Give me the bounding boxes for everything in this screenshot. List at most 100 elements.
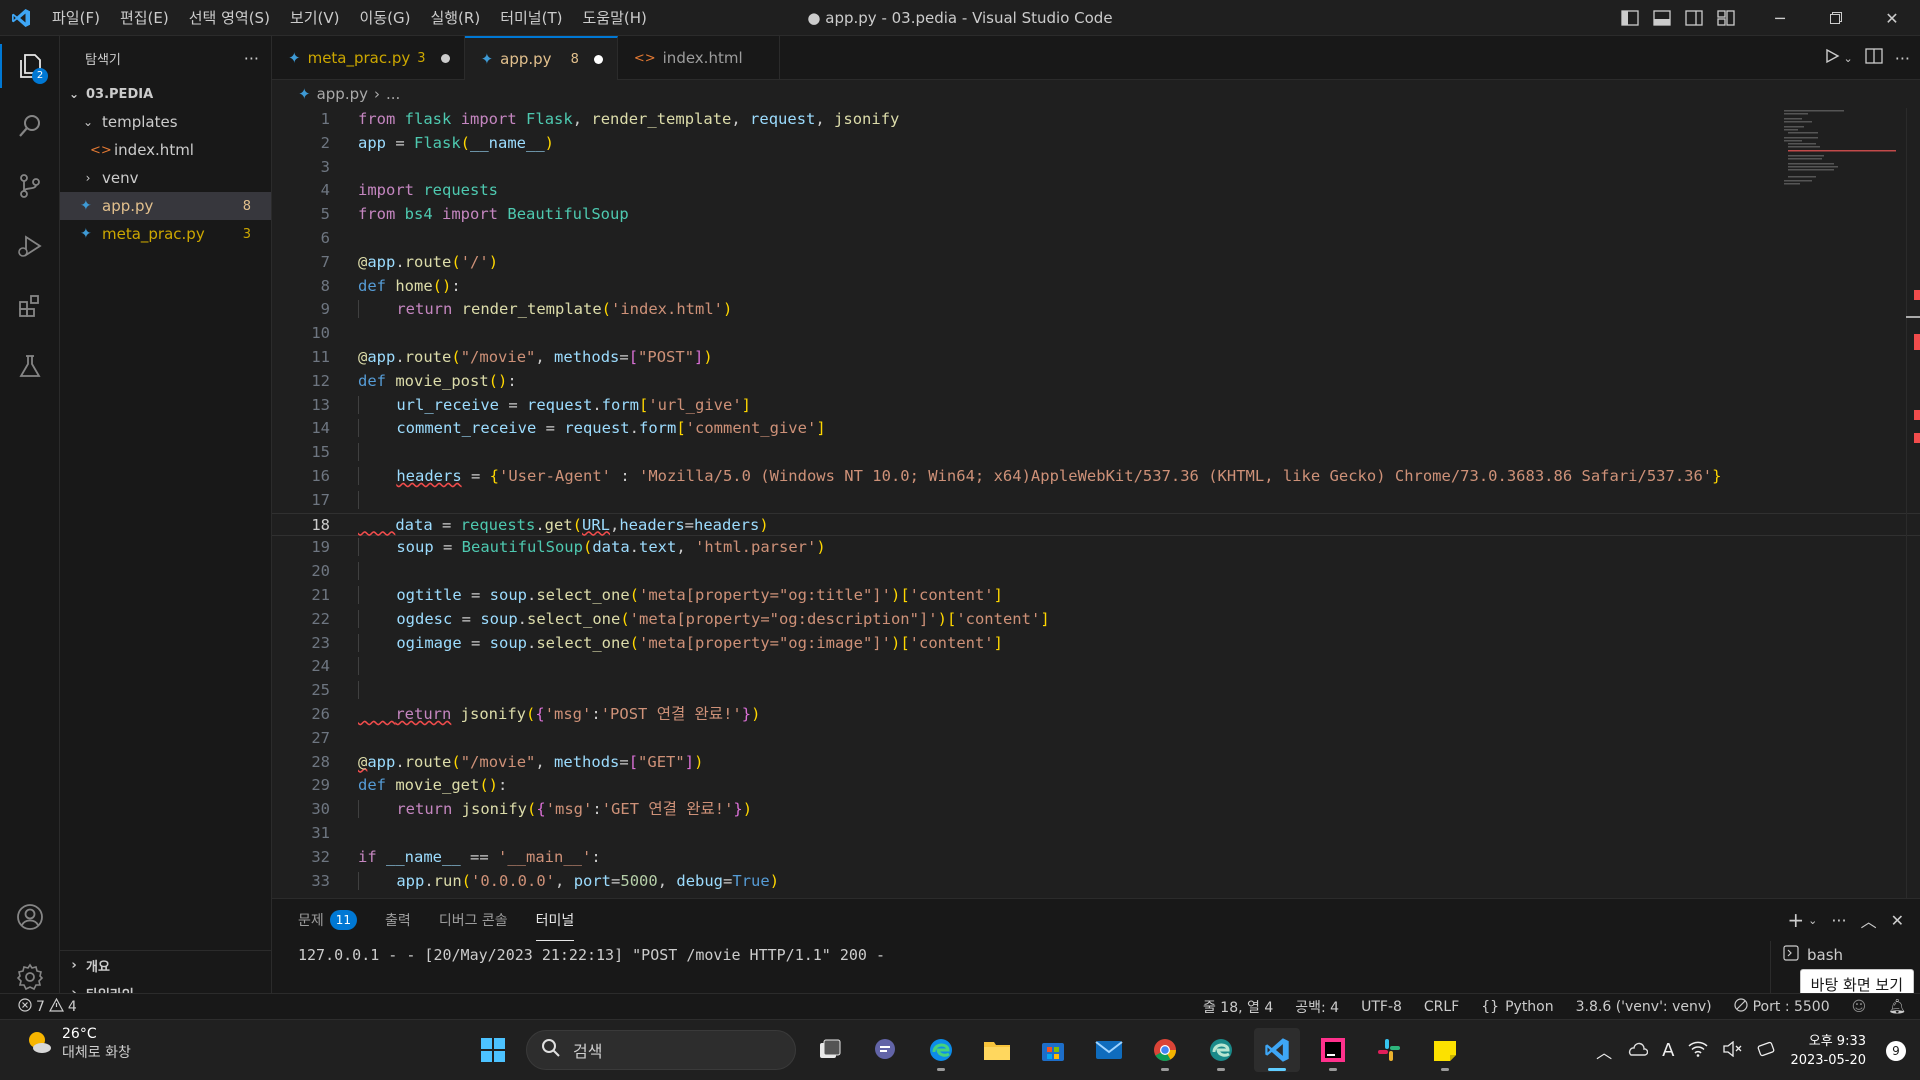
workspace-root-folder[interactable]: ⌄ 03.PEDIA: [60, 80, 271, 108]
run-python-file-icon[interactable]: [1824, 48, 1840, 68]
minimap[interactable]: [1778, 108, 1898, 208]
error-marker: [1914, 433, 1920, 443]
more-actions-icon[interactable]: ···: [1895, 49, 1910, 68]
weather-widget[interactable]: 26°C 대체로 화창: [24, 1026, 131, 1062]
cursor-position[interactable]: 줄 18, 열 4: [1203, 997, 1273, 1017]
toggle-panel-icon[interactable]: [1646, 0, 1678, 36]
restore-icon[interactable]: [1808, 0, 1864, 36]
menu-go[interactable]: 이동(G): [350, 0, 421, 36]
toggle-sidebar-icon[interactable]: [1614, 0, 1646, 36]
breadcrumb-symbol[interactable]: ...: [386, 85, 400, 103]
unsaved-dot-icon[interactable]: [593, 54, 603, 64]
temperature: 26°C: [62, 1026, 97, 1042]
tab-index-html[interactable]: <> index.html: [618, 36, 780, 80]
unsaved-dot-icon[interactable]: [440, 53, 450, 63]
show-hidden-icons-icon[interactable]: ︿: [1596, 1039, 1612, 1063]
breadcrumb-file[interactable]: app.py: [317, 85, 368, 103]
run-debug-icon[interactable]: [0, 216, 60, 276]
more-actions-icon[interactable]: ···: [1831, 911, 1846, 930]
file-explorer-icon[interactable]: [974, 1028, 1020, 1072]
new-terminal-icon[interactable]: +: [1787, 908, 1804, 932]
indentation[interactable]: 공백: 4: [1295, 997, 1339, 1017]
code-line: 8 def home():: [320, 276, 461, 295]
testing-icon[interactable]: [0, 336, 60, 396]
menu-view[interactable]: 보기(V): [280, 0, 350, 36]
code-line: 13 url_receive = request.form['url_give'…: [311, 395, 751, 414]
onedrive-icon[interactable]: [1626, 1042, 1649, 1060]
warning-count: 4: [67, 998, 77, 1015]
close-icon[interactable]: ✕: [1864, 0, 1920, 36]
status-problems[interactable]: 7 4: [0, 997, 77, 1016]
split-editor-icon[interactable]: [1865, 48, 1883, 68]
tab-output[interactable]: 출력: [385, 899, 411, 941]
sticky-notes-icon[interactable]: [1422, 1028, 1468, 1072]
tree-file-index-html[interactable]: <> index.html: [60, 136, 271, 164]
search-icon[interactable]: [0, 96, 60, 156]
chevron-right-icon: ›: [71, 957, 77, 973]
tab-terminal[interactable]: 터미널: [535, 899, 575, 941]
input-method-icon[interactable]: A: [1662, 1040, 1674, 1061]
taskbar-search[interactable]: 검색: [526, 1030, 796, 1070]
edge-dev-icon[interactable]: [1198, 1028, 1244, 1072]
start-windows-icon[interactable]: [470, 1028, 516, 1072]
python-interpreter[interactable]: 3.8.6 ('venv': venv): [1576, 999, 1712, 1015]
mail-icon[interactable]: [1086, 1028, 1132, 1072]
vscode-taskbar-icon[interactable]: [1254, 1028, 1300, 1072]
tree-file-meta-prac-py[interactable]: ✦ meta_prac.py 3: [60, 220, 271, 248]
tab-meta-prac-py[interactable]: ✦ meta_prac.py 3: [272, 36, 465, 80]
code-line: 14 comment_receive = request.form['comme…: [311, 419, 826, 438]
language-mode[interactable]: {} Python: [1481, 999, 1553, 1015]
chevron-down-icon: ⌄: [82, 115, 94, 129]
overview-ruler[interactable]: [1906, 108, 1920, 898]
chevron-down-icon[interactable]: ⌄: [1844, 52, 1853, 65]
close-panel-icon[interactable]: ✕: [1891, 911, 1904, 930]
extensions-icon[interactable]: [0, 276, 60, 336]
code-editor[interactable]: 1 from flask import Flask, render_templat…: [272, 108, 1920, 898]
menu-selection[interactable]: 선택 영역(S): [179, 0, 280, 36]
edge-browser-icon[interactable]: [918, 1028, 964, 1072]
maximize-panel-icon[interactable]: ︿: [1861, 908, 1877, 932]
notifications-bell-icon[interactable]: 🔔︎: [1888, 999, 1906, 1015]
end-of-line[interactable]: CRLF: [1424, 999, 1459, 1015]
tree-folder-venv[interactable]: › venv: [60, 164, 271, 192]
feedback-icon[interactable]: ☺: [1852, 999, 1867, 1015]
clock[interactable]: 오후 9:33 2023-05-20: [1790, 1032, 1866, 1070]
explorer-icon[interactable]: 2: [0, 36, 60, 96]
teams-chat-icon[interactable]: [862, 1028, 908, 1072]
outline-section[interactable]: › 개요: [60, 951, 272, 979]
terminal-output[interactable]: 127.0.0.1 - - [20/May/2023 21:22:13] "PO…: [272, 941, 1920, 969]
account-icon[interactable]: [0, 887, 60, 947]
tab-problems[interactable]: 문제 11: [298, 899, 358, 941]
task-view-icon[interactable]: [806, 1028, 852, 1072]
code-line: 10: [311, 324, 330, 343]
menu-terminal[interactable]: 터미널(T): [490, 0, 572, 36]
source-control-icon[interactable]: [0, 156, 60, 216]
menu-run[interactable]: 실행(R): [420, 0, 490, 36]
tab-debug-console[interactable]: 디버그 콘솔: [439, 899, 508, 941]
microsoft-store-icon[interactable]: [1030, 1028, 1076, 1072]
minimize-icon[interactable]: ─: [1752, 0, 1808, 36]
toggle-secondary-sidebar-icon[interactable]: [1678, 0, 1710, 36]
customize-layout-icon[interactable]: [1710, 0, 1742, 36]
volume-muted-icon[interactable]: [1722, 1040, 1742, 1061]
notification-center-badge[interactable]: 9: [1886, 1040, 1906, 1061]
clock-time: 오후 9:33: [1808, 1033, 1866, 1049]
wifi-icon[interactable]: [1688, 1041, 1708, 1061]
menu-help[interactable]: 도움말(H): [572, 0, 656, 36]
live-server-port[interactable]: Port : 5500: [1734, 998, 1830, 1016]
menu-edit[interactable]: 편집(E): [110, 0, 179, 36]
sidebar-more-button[interactable]: ···: [244, 49, 259, 68]
jetbrains-icon[interactable]: [1310, 1028, 1356, 1072]
tree-folder-templates[interactable]: ⌄ templates: [60, 108, 271, 136]
encoding[interactable]: UTF-8: [1361, 999, 1402, 1015]
chevron-down-icon[interactable]: ⌄: [1808, 914, 1817, 927]
title-bar: 파일(F) 편집(E) 선택 영역(S) 보기(V) 이동(G) 실행(R) 터…: [0, 0, 1920, 36]
tab-app-py[interactable]: ✦ app.py 8: [464, 36, 618, 80]
chrome-icon[interactable]: [1142, 1028, 1188, 1072]
breadcrumb: ✦ app.py › ...: [272, 80, 1920, 108]
terminal-instance-bash[interactable]: bash: [1771, 941, 1920, 969]
battery-icon[interactable]: [1756, 1041, 1776, 1061]
menu-file[interactable]: 파일(F): [42, 0, 110, 36]
tree-file-app-py[interactable]: ✦ app.py 8: [60, 192, 271, 220]
slack-icon[interactable]: [1366, 1028, 1412, 1072]
